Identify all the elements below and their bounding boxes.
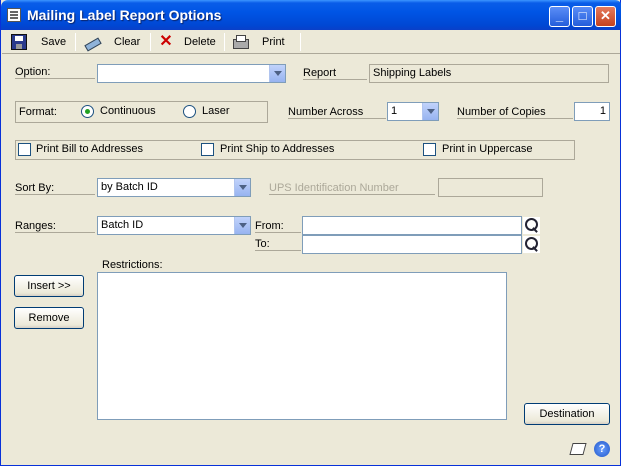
save-label: Save: [41, 36, 67, 48]
clear-label: Clear: [114, 36, 141, 48]
number-of-copies-label: Number of Copies: [457, 106, 573, 119]
option-label: Option:: [15, 66, 95, 79]
clear-button[interactable]: Clear: [84, 33, 140, 51]
print-uppercase-label[interactable]: Print in Uppercase: [442, 143, 533, 155]
remove-button[interactable]: Remove: [14, 307, 84, 329]
toolbar-separator: [150, 33, 151, 51]
number-across-label: Number Across: [288, 106, 386, 119]
print-bill-to-checkbox[interactable]: [18, 143, 31, 156]
toolbar: Save Clear ✕ Delete Print: [2, 30, 620, 54]
print-uppercase-checkbox[interactable]: [423, 143, 436, 156]
maximize-button[interactable]: □: [572, 6, 593, 27]
print-label: Print: [262, 36, 285, 48]
print-bill-to-label[interactable]: Print Bill to Addresses: [36, 143, 143, 155]
chevron-down-icon[interactable]: [422, 103, 438, 120]
toolbar-separator: [300, 33, 301, 51]
eraser-icon: [84, 34, 100, 50]
toolbar-separator: [224, 33, 225, 51]
number-across-value: 1: [391, 105, 398, 117]
window-title: Mailing Label Report Options: [27, 7, 222, 23]
continuous-radio[interactable]: [81, 105, 94, 118]
chevron-down-icon[interactable]: [269, 65, 285, 82]
sort-by-value: by Batch ID: [101, 181, 158, 193]
laser-radio-label[interactable]: Laser: [202, 105, 230, 117]
to-lookup-icon[interactable]: [523, 236, 540, 253]
title-bar: Mailing Label Report Options _ □ ✕: [1, 0, 621, 30]
note-icon[interactable]: [569, 443, 587, 455]
print-ship-to-checkbox[interactable]: [201, 143, 214, 156]
delete-label: Delete: [184, 36, 216, 48]
from-label: From:: [255, 220, 301, 233]
restrictions-list[interactable]: [97, 272, 507, 420]
report-options-window: Mailing Label Report Options _ □ ✕ Save …: [0, 0, 621, 466]
chevron-down-icon[interactable]: [234, 179, 250, 196]
report-field: Shipping Labels: [369, 64, 609, 83]
to-label: To:: [255, 238, 301, 251]
minimize-button[interactable]: _: [549, 6, 570, 27]
to-input[interactable]: [302, 235, 522, 254]
toolbar-separator: [75, 33, 76, 51]
option-combo[interactable]: [97, 64, 286, 83]
restrictions-label: Restrictions:: [102, 259, 163, 271]
from-input[interactable]: [302, 216, 522, 235]
print-ship-to-label[interactable]: Print Ship to Addresses: [220, 143, 334, 155]
chevron-down-icon[interactable]: [234, 217, 250, 234]
ups-identification-field: [438, 178, 543, 197]
status-bar: ?: [2, 434, 620, 464]
window-app-icon: [7, 8, 21, 22]
from-lookup-icon[interactable]: [523, 217, 540, 234]
print-button[interactable]: Print: [232, 33, 285, 51]
continuous-radio-label[interactable]: Continuous: [100, 105, 156, 117]
insert-button[interactable]: Insert >>: [14, 275, 84, 297]
destination-button[interactable]: Destination: [524, 403, 610, 425]
number-across-combo[interactable]: 1: [387, 102, 439, 121]
laser-radio[interactable]: [183, 105, 196, 118]
sort-by-combo[interactable]: by Batch ID: [97, 178, 251, 197]
close-button[interactable]: ✕: [595, 6, 616, 27]
ranges-combo[interactable]: Batch ID: [97, 216, 251, 235]
save-button[interactable]: Save: [11, 33, 66, 51]
save-icon: [11, 34, 27, 50]
format-label: Format:: [19, 106, 57, 118]
ranges-label: Ranges:: [15, 220, 95, 233]
number-of-copies-input[interactable]: 1: [574, 102, 610, 121]
ups-identification-label: UPS Identification Number: [269, 182, 435, 195]
printer-icon: [232, 34, 249, 50]
report-label: Report: [303, 67, 367, 80]
delete-x-icon: ✕: [159, 33, 173, 50]
help-icon[interactable]: ?: [594, 441, 610, 457]
ranges-value: Batch ID: [101, 219, 144, 231]
sort-by-label: Sort By:: [15, 182, 95, 195]
delete-button[interactable]: ✕ Delete: [158, 33, 216, 51]
